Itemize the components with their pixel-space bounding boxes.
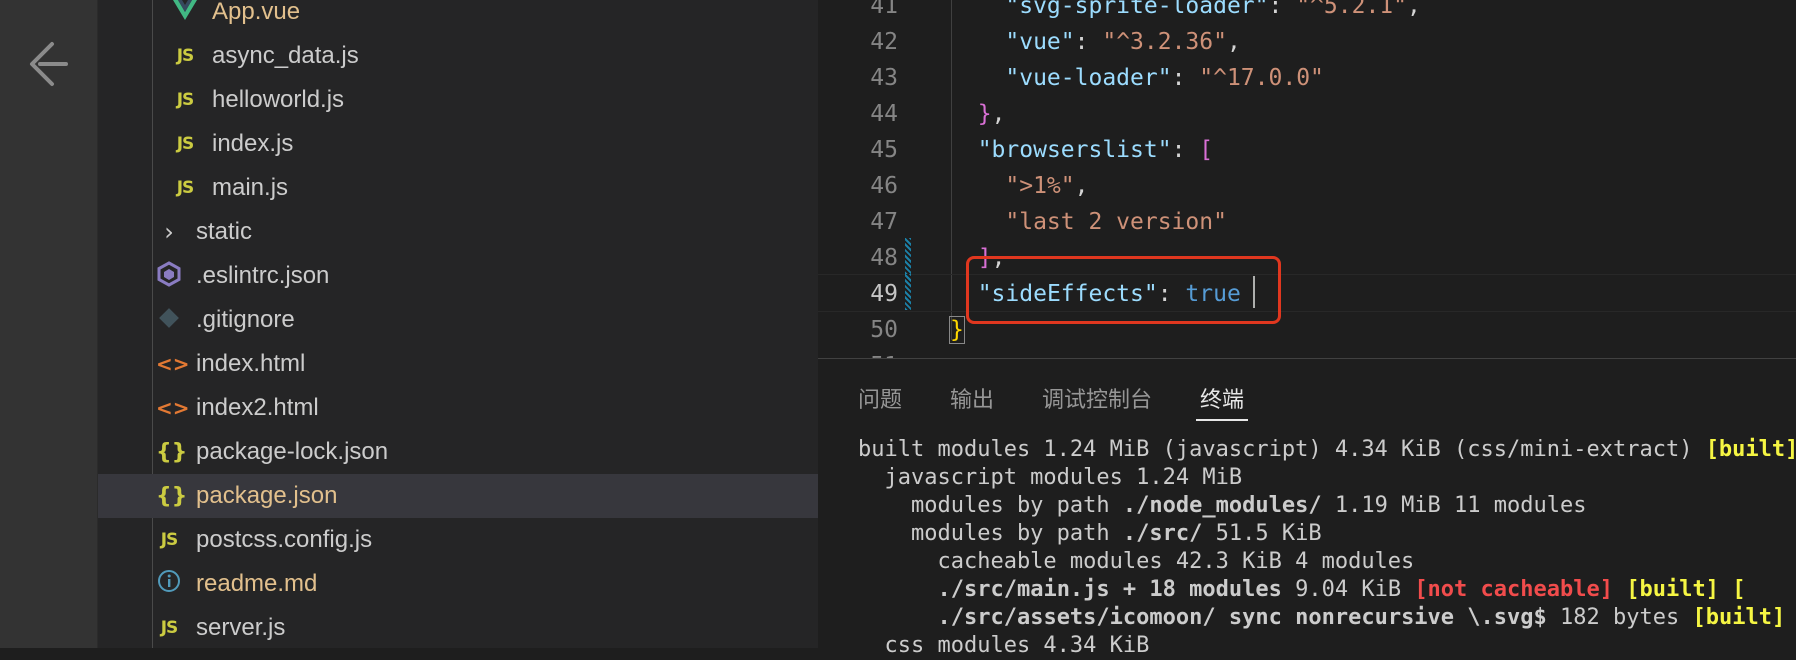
file-name: .gitignore — [196, 306, 295, 333]
file-name: package-lock.json — [196, 438, 389, 465]
info-icon — [156, 569, 182, 599]
tab-problems[interactable]: 问题 — [858, 382, 902, 414]
json-icon: {} — [156, 439, 188, 465]
file-item[interactable]: <> index2.html — [98, 386, 818, 430]
file-item[interactable]: JS helloworld.js — [98, 78, 818, 122]
code-line: 46 ">1%", — [818, 168, 1796, 204]
file-name: index2.html — [196, 394, 319, 421]
vue-icon — [172, 0, 198, 25]
terminal-line: javascript modules 1.24 MiB — [858, 465, 1243, 490]
file-name: server.js — [196, 614, 286, 641]
code-text: "last 2 version" — [1005, 209, 1227, 235]
file-name: package.json — [196, 482, 338, 509]
gitlens-icon[interactable] — [26, 40, 70, 90]
active-tab-indicator — [1196, 419, 1248, 421]
text-cursor — [1253, 276, 1255, 308]
line-number: 43 — [870, 65, 898, 91]
code-text: "vue": "^3.2.36", — [1005, 29, 1241, 55]
code-line: 42 "vue": "^3.2.36", — [818, 24, 1796, 60]
file-item[interactable]: {}package.jsonM — [98, 474, 880, 518]
js-icon: JS — [176, 134, 195, 154]
activity-bar — [0, 0, 97, 648]
js-icon: JS — [176, 90, 195, 110]
code-line: 50} — [818, 312, 1796, 348]
tab-debug-console[interactable]: 调试控制台 — [1042, 382, 1152, 414]
file-item[interactable]: JS async_data.js — [98, 34, 818, 78]
code-line: 41 "svg-sprite-loader": "^5.2.1", — [818, 0, 1796, 24]
code-text: "vue-loader": "^17.0.0" — [1005, 65, 1324, 91]
code-line: 47 "last 2 version" — [818, 204, 1796, 240]
file-item[interactable]: JS postcss.config.js — [98, 518, 818, 562]
file-item[interactable]: .eslintrc.json — [98, 254, 818, 298]
file-name: readme.md — [196, 570, 318, 597]
json-icon: {} — [156, 483, 188, 509]
line-number: 49 — [870, 281, 898, 307]
file-item[interactable]: App.vueM — [98, 0, 880, 34]
file-name: App.vue — [212, 0, 301, 25]
file-item[interactable]: JS server.js — [98, 606, 818, 650]
file-item[interactable]: .gitignore — [98, 298, 818, 342]
code-text: }, — [977, 101, 1006, 127]
line-number: 44 — [870, 101, 898, 127]
file-item[interactable]: › static — [98, 210, 818, 254]
file-name: main.js — [212, 174, 289, 201]
terminal-line: built modules 1.24 MiB (javascript) 4.34… — [858, 437, 1796, 462]
tab-terminal[interactable]: 终端 — [1200, 382, 1244, 414]
line-number: 50 — [870, 317, 898, 343]
git-icon — [156, 305, 182, 335]
code-line: 45 "browserslist": [ — [818, 132, 1796, 168]
js-icon: JS — [160, 618, 179, 638]
html-icon: <> — [156, 396, 190, 420]
code-text: ">1%", — [1005, 173, 1089, 199]
file-name: helloworld.js — [212, 86, 345, 113]
js-icon: JS — [176, 178, 195, 198]
file-name: .eslintrc.json — [196, 262, 330, 289]
terminal-line: modules by path ./src/ 51.5 KiB — [858, 521, 1322, 546]
file-item[interactable]: <> index.html — [98, 342, 818, 386]
chevron-right-icon: › — [164, 218, 174, 246]
file-item[interactable]: JS index.js — [98, 122, 818, 166]
line-number: 47 — [870, 209, 898, 235]
annotation-box — [966, 256, 1281, 324]
file-name: index.html — [196, 350, 306, 377]
html-icon: <> — [156, 352, 190, 376]
terminal-line: cacheable modules 42.3 KiB 4 modules — [858, 549, 1415, 574]
code-text: "svg-sprite-loader": "^5.2.1", — [1005, 0, 1421, 19]
tab-output[interactable]: 输出 — [950, 382, 994, 414]
code-line: 49 "sideEffects": true — [818, 276, 1796, 312]
js-icon: JS — [160, 530, 179, 550]
terminal-line: ./src/assets/icomoon/ sync nonrecursive … — [937, 605, 1786, 630]
terminal-line: css modules 4.34 KiB — [858, 633, 1150, 658]
code-line: 43 "vue-loader": "^17.0.0" — [818, 60, 1796, 96]
file-item[interactable]: readme.mdM — [98, 562, 880, 606]
code-text: } — [949, 316, 965, 344]
eslint-icon — [156, 261, 182, 291]
terminal-line: modules by path ./node_modules/ 1.19 MiB… — [858, 493, 1587, 518]
file-name: postcss.config.js — [196, 526, 373, 553]
code-line: 48 ], — [818, 240, 1796, 276]
file-name: index.js — [212, 130, 294, 157]
code-text: "browserslist": [ — [977, 137, 1214, 163]
file-name: static — [196, 218, 253, 245]
line-number: 48 — [870, 245, 898, 271]
line-number: 45 — [870, 137, 898, 163]
file-item[interactable]: {} package-lock.json — [98, 430, 818, 474]
file-item[interactable]: JS main.js — [98, 166, 818, 210]
code-line: 44 }, — [818, 96, 1796, 132]
line-number: 46 — [870, 173, 898, 199]
js-icon: JS — [176, 46, 195, 66]
terminal-line: ./src/main.js + 18 modules 9.04 KiB [not… — [937, 577, 1746, 602]
file-name: async_data.js — [212, 42, 359, 69]
line-number: 42 — [870, 29, 898, 55]
line-number: 41 — [870, 0, 898, 19]
